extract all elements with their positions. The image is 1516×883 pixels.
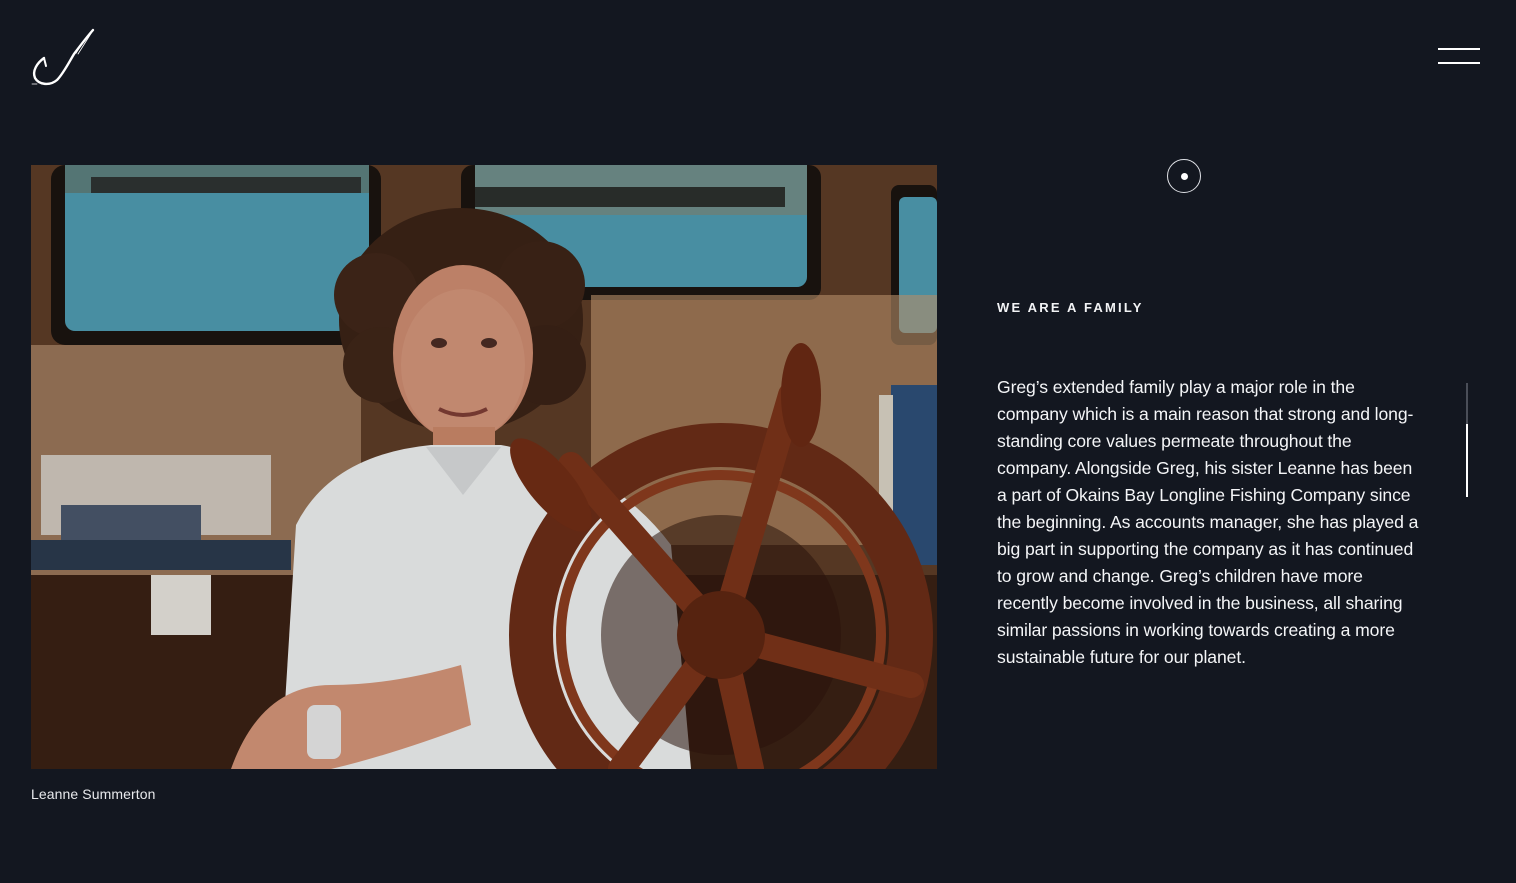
section-label: WE ARE A FAMILY bbox=[997, 300, 1144, 315]
hamburger-menu-button[interactable] bbox=[1436, 44, 1482, 70]
scroll-thumb[interactable] bbox=[1466, 424, 1468, 497]
menu-line-bottom bbox=[1438, 62, 1480, 64]
portrait-photo bbox=[31, 165, 937, 769]
photo-caption: Leanne Summerton bbox=[31, 786, 156, 802]
menu-line-top bbox=[1438, 48, 1480, 50]
page: Leanne Summerton WE ARE A FAMILY Greg’s … bbox=[0, 0, 1516, 883]
scroll-track[interactable] bbox=[1466, 383, 1468, 497]
cursor-dot-icon bbox=[1167, 159, 1201, 193]
fishing-hook-logo-icon[interactable] bbox=[30, 28, 98, 88]
section-body-text: Greg’s extended family play a major role… bbox=[997, 376, 1419, 667]
